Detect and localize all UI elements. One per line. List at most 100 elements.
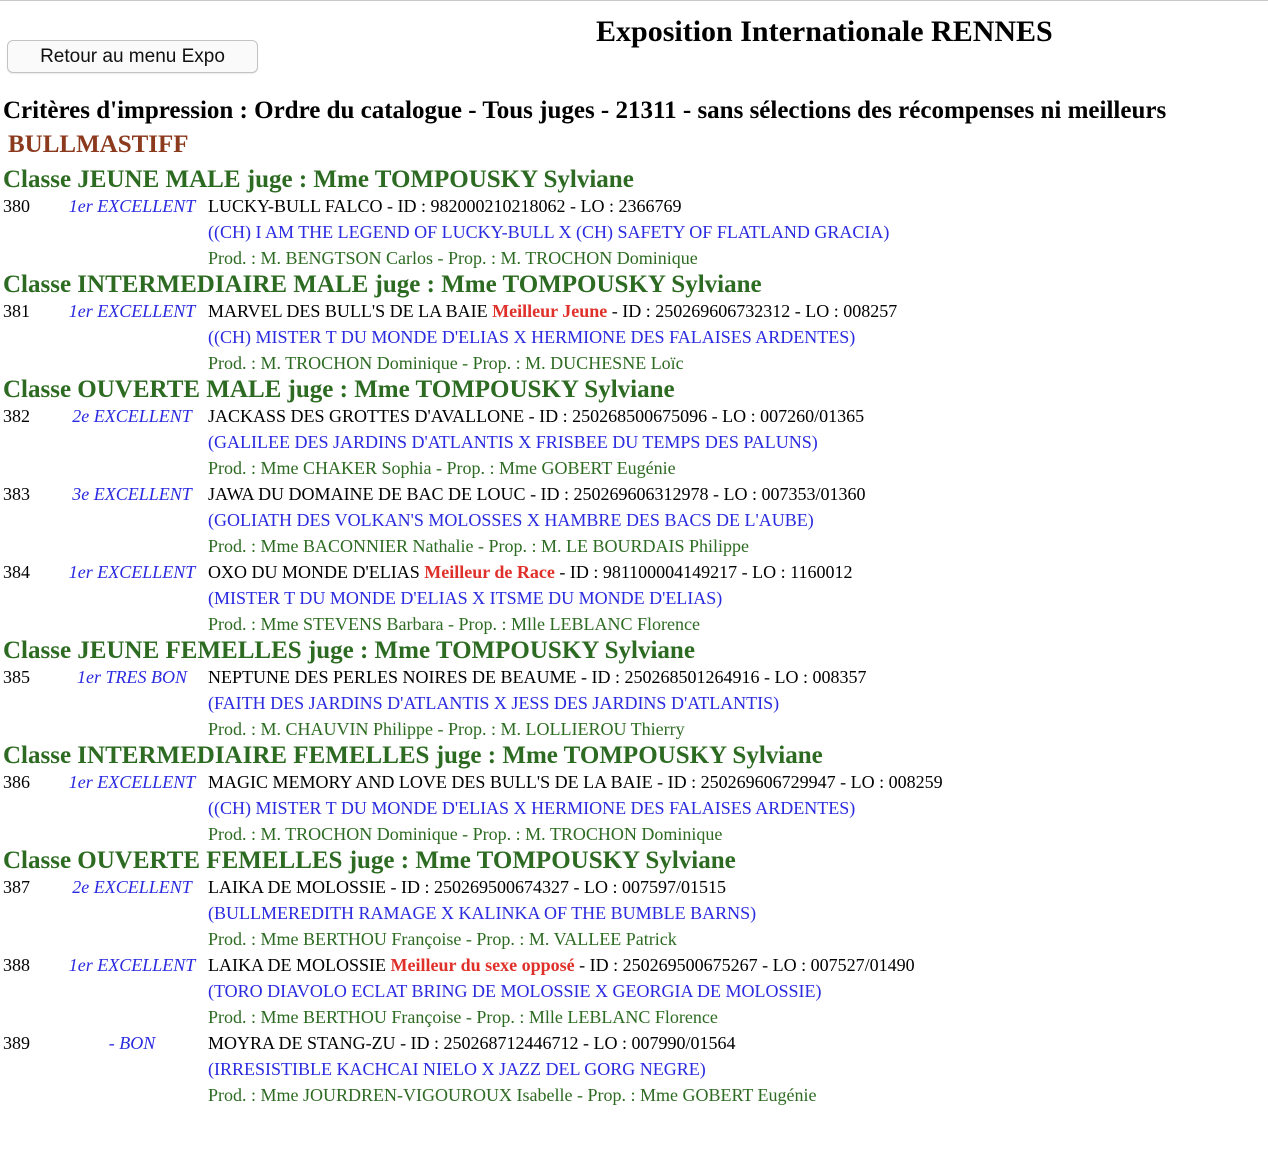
dog-parents: ((CH) MISTER T DU MONDE D'ELIAS X HERMIO… <box>208 798 856 818</box>
dog-ids: - ID : 982000210218062 - LO : 2366769 <box>387 196 682 216</box>
back-to-expo-menu-button[interactable]: Retour au menu Expo <box>7 40 258 73</box>
dog-info: NEPTUNE DES PERLES NOIRES DE BEAUME - ID… <box>208 664 867 690</box>
award-grade: - BON <box>108 1033 156 1053</box>
catalog-number: 387 <box>3 877 30 897</box>
class-group: Classe INTERMEDIAIRE MALE juge : Mme TOM… <box>0 271 1268 376</box>
award-grade: 1er EXCELLENT <box>68 301 196 321</box>
dog-name: JAWA DU DOMAINE DE BAC DE LOUC <box>208 484 526 504</box>
dog-ids: - ID : 981100004149217 - LO : 1160012 <box>554 562 853 582</box>
dog-name: LUCKY-BULL FALCO <box>208 196 383 216</box>
class-entries: 387 2e EXCELLENT LAIKA DE MOLOSSIE - ID … <box>0 874 1268 1108</box>
dog-name: LAIKA DE MOLOSSIE <box>208 877 386 897</box>
dog-info: MAGIC MEMORY AND LOVE DES BULL'S DE LA B… <box>208 769 943 795</box>
class-group: Classe OUVERTE MALE juge : Mme TOMPOUSKY… <box>0 376 1268 637</box>
dog-parents: (FAITH DES JARDINS D'ATLANTIS X JESS DES… <box>208 693 780 713</box>
dog-name: MARVEL DES BULL'S DE LA BAIE <box>208 301 488 321</box>
dog-owners: Prod. : Mme BERTHOU Françoise - Prop. : … <box>208 929 677 949</box>
award-grade: 2e EXCELLENT <box>72 406 192 426</box>
dog-parents: ((CH) MISTER T DU MONDE D'ELIAS X HERMIO… <box>208 327 856 347</box>
class-entries: 386 1er EXCELLENT MAGIC MEMORY AND LOVE … <box>0 769 1268 847</box>
dog-owners: Prod. : Mme JOURDREN-VIGOUROUX Isabelle … <box>208 1085 817 1105</box>
class-entries: 385 1er TRES BON NEPTUNE DES PERLES NOIR… <box>0 664 1268 742</box>
award-grade: 3e EXCELLENT <box>72 484 192 504</box>
distinction-badge: Meilleur de Race <box>424 562 555 582</box>
dog-info: JAWA DU DOMAINE DE BAC DE LOUC - ID : 25… <box>208 481 866 507</box>
dog-owners: Prod. : M. CHAUVIN Philippe - Prop. : M.… <box>208 719 685 739</box>
class-heading: Classe JEUNE MALE juge : Mme TOMPOUSKY S… <box>3 166 634 193</box>
catalog-number: 382 <box>3 406 30 426</box>
top-border <box>0 0 1268 1</box>
dog-parents: (GALILEE DES JARDINS D'ATLANTIS X FRISBE… <box>208 432 818 452</box>
dog-entry: 384 1er EXCELLENT OXO DU MONDE D'ELIAS M… <box>0 559 1268 637</box>
dog-ids: - ID : 250269606732312 - LO : 008257 <box>607 301 898 321</box>
dog-entry: 383 3e EXCELLENT JAWA DU DOMAINE DE BAC … <box>0 481 1268 559</box>
catalog-number: 380 <box>3 196 30 216</box>
class-entries: 381 1er EXCELLENT MARVEL DES BULL'S DE L… <box>0 298 1268 376</box>
dog-ids: - ID : 250268500675096 - LO : 007260/013… <box>528 406 865 426</box>
class-entries: 382 2e EXCELLENT JACKASS DES GROTTES D'A… <box>0 403 1268 637</box>
class-heading: Classe OUVERTE FEMELLES juge : Mme TOMPO… <box>3 847 736 874</box>
dog-name: LAIKA DE MOLOSSIE <box>208 955 386 975</box>
class-group: Classe JEUNE MALE juge : Mme TOMPOUSKY S… <box>0 166 1268 271</box>
dog-parents: (GOLIATH DES VOLKAN'S MOLOSSES X HAMBRE … <box>208 510 814 530</box>
catalog-number: 381 <box>3 301 30 321</box>
catalog-number: 385 <box>3 667 30 687</box>
award-grade: 1er EXCELLENT <box>68 562 196 582</box>
dog-owners: Prod. : M. TROCHON Dominique - Prop. : M… <box>208 824 723 844</box>
dog-info: MOYRA DE STANG-ZU - ID : 250268712446712… <box>208 1030 736 1056</box>
dog-name: MOYRA DE STANG-ZU <box>208 1033 396 1053</box>
dog-ids: - ID : 250268501264916 - LO : 008357 <box>581 667 867 687</box>
distinction-badge: Meilleur du sexe opposé <box>390 955 575 975</box>
class-group: Classe OUVERTE FEMELLES juge : Mme TOMPO… <box>0 847 1268 1108</box>
print-criteria: Critères d'impression : Ordre du catalog… <box>3 97 1167 124</box>
dog-entry: 386 1er EXCELLENT MAGIC MEMORY AND LOVE … <box>0 769 1268 847</box>
page-title: Exposition Internationale RENNES <box>596 15 1053 48</box>
breed-title: BULLMASTIFF <box>8 131 189 158</box>
dog-owners: Prod. : Mme BERTHOU Françoise - Prop. : … <box>208 1007 718 1027</box>
catalog-number: 384 <box>3 562 30 582</box>
dog-entry: 380 1er EXCELLENT LUCKY-BULL FALCO - ID … <box>0 193 1268 271</box>
class-heading: Classe OUVERTE MALE juge : Mme TOMPOUSKY… <box>3 376 675 403</box>
dog-parents: (IRRESISTIBLE KACHCAI NIELO X JAZZ DEL G… <box>208 1059 706 1079</box>
class-group: Classe JEUNE FEMELLES juge : Mme TOMPOUS… <box>0 637 1268 742</box>
dog-owners: Prod. : M. TROCHON Dominique - Prop. : M… <box>208 353 684 373</box>
dog-ids: - ID : 250269500675267 - LO : 007527/014… <box>574 955 915 975</box>
class-heading: Classe INTERMEDIAIRE FEMELLES juge : Mme… <box>3 742 823 769</box>
award-grade: 1er TRES BON <box>77 667 187 687</box>
dog-info: OXO DU MONDE D'ELIAS Meilleur de Race - … <box>208 559 853 585</box>
dog-name: MAGIC MEMORY AND LOVE DES BULL'S DE LA B… <box>208 772 653 792</box>
dog-name: NEPTUNE DES PERLES NOIRES DE BEAUME <box>208 667 577 687</box>
catalog-number: 386 <box>3 772 30 792</box>
catalog-number: 388 <box>3 955 30 975</box>
results-list: Classe JEUNE MALE juge : Mme TOMPOUSKY S… <box>0 166 1268 1108</box>
dog-ids: - ID : 250269500674327 - LO : 007597/015… <box>390 877 726 897</box>
catalog-number: 389 <box>3 1033 30 1053</box>
award-grade: 2e EXCELLENT <box>72 877 192 897</box>
dog-name: JACKASS DES GROTTES D'AVALLONE <box>208 406 525 426</box>
dog-entry: 381 1er EXCELLENT MARVEL DES BULL'S DE L… <box>0 298 1268 376</box>
dog-entry: 387 2e EXCELLENT LAIKA DE MOLOSSIE - ID … <box>0 874 1268 952</box>
dog-entry: 382 2e EXCELLENT JACKASS DES GROTTES D'A… <box>0 403 1268 481</box>
dog-owners: Prod. : Mme CHAKER Sophia - Prop. : Mme … <box>208 458 676 478</box>
dog-owners: Prod. : Mme STEVENS Barbara - Prop. : Ml… <box>208 614 700 634</box>
dog-owners: Prod. : M. BENGTSON Carlos - Prop. : M. … <box>208 248 698 268</box>
dog-ids: - ID : 250268712446712 - LO : 007990/015… <box>400 1033 736 1053</box>
award-grade: 1er EXCELLENT <box>68 196 196 216</box>
dog-parents: ((CH) I AM THE LEGEND OF LUCKY-BULL X (C… <box>208 222 890 242</box>
dog-owners: Prod. : Mme BACONNIER Nathalie - Prop. :… <box>208 536 749 556</box>
dog-parents: (MISTER T DU MONDE D'ELIAS X ITSME DU MO… <box>208 588 723 608</box>
dog-entry: 385 1er TRES BON NEPTUNE DES PERLES NOIR… <box>0 664 1268 742</box>
class-heading: Classe INTERMEDIAIRE MALE juge : Mme TOM… <box>3 271 762 298</box>
dog-entry: 388 1er EXCELLENT LAIKA DE MOLOSSIE Meil… <box>0 952 1268 1030</box>
award-grade: 1er EXCELLENT <box>68 955 196 975</box>
award-grade: 1er EXCELLENT <box>68 772 196 792</box>
class-heading: Classe JEUNE FEMELLES juge : Mme TOMPOUS… <box>3 637 695 664</box>
class-entries: 380 1er EXCELLENT LUCKY-BULL FALCO - ID … <box>0 193 1268 271</box>
dog-parents: (BULLMEREDITH RAMAGE X KALINKA OF THE BU… <box>208 903 757 923</box>
dog-parents: (TORO DIAVOLO ECLAT BRING DE MOLOSSIE X … <box>208 981 822 1001</box>
catalog-number: 383 <box>3 484 30 504</box>
dog-entry: 389 - BON MOYRA DE STANG-ZU - ID : 25026… <box>0 1030 1268 1108</box>
dog-info: LUCKY-BULL FALCO - ID : 982000210218062 … <box>208 193 681 219</box>
dog-ids: - ID : 250269606312978 - LO : 007353/013… <box>530 484 866 504</box>
dog-info: MARVEL DES BULL'S DE LA BAIE Meilleur Je… <box>208 298 897 324</box>
